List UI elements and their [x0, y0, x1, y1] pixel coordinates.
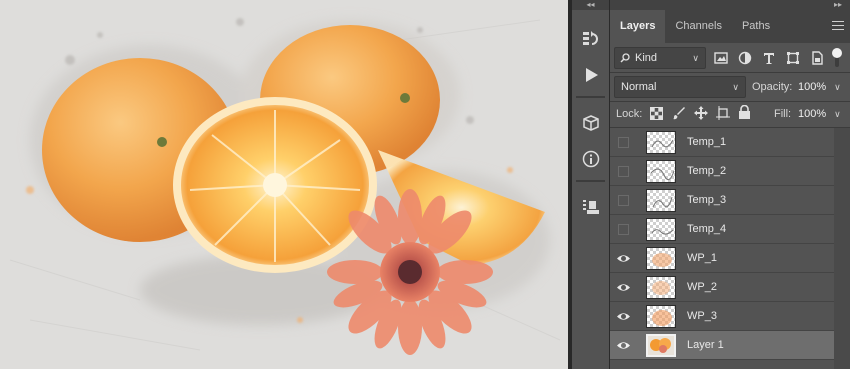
eye-icon[interactable]: [616, 280, 631, 295]
lock-transparent-pixels-icon[interactable]: [650, 107, 663, 120]
properties-icon[interactable]: [576, 192, 606, 222]
layer-thumbnail[interactable]: [646, 247, 676, 270]
layer-name[interactable]: WP_2: [687, 281, 717, 293]
chevron-down-icon: ∨: [692, 53, 699, 63]
layer-name[interactable]: Temp_3: [687, 194, 726, 206]
layer-thumbnail[interactable]: [646, 305, 676, 328]
opacity-value: 100%: [798, 81, 827, 93]
separator: [610, 101, 850, 102]
layers-panel: ▸▸ Layers Channels Paths Kind ∨ Normal ∨…: [610, 0, 850, 369]
filter-kind-label: Kind: [635, 52, 658, 64]
type-layer-filter-icon[interactable]: [762, 51, 776, 65]
lock-position-icon[interactable]: [694, 106, 708, 120]
layer-row-temp-2[interactable]: Temp_2: [610, 157, 834, 186]
panel-icon-column: ◂◂: [572, 0, 610, 369]
layer-row-layer-1[interactable]: Layer 1: [610, 331, 834, 360]
layer-row-temp-1[interactable]: Temp_1: [610, 128, 834, 157]
separator: [576, 180, 605, 182]
layer-row-wp-1[interactable]: WP_1: [610, 244, 834, 273]
artwork-oranges-flower: [0, 0, 568, 369]
adjustment-layer-filter-icon[interactable]: [738, 51, 752, 65]
visibility-toggle-off[interactable]: [618, 195, 629, 206]
layer-row-wp-3[interactable]: WP_3: [610, 302, 834, 331]
layers-scrollbar[interactable]: [834, 128, 850, 369]
layer-name[interactable]: Temp_2: [687, 165, 726, 177]
tab-layers[interactable]: Layers: [610, 10, 666, 43]
3d-icon[interactable]: [576, 108, 606, 138]
fill-field[interactable]: 100% ∨: [798, 108, 841, 120]
opacity-label: Opacity:: [752, 81, 793, 93]
visibility-toggle-off[interactable]: [618, 137, 629, 148]
panel-menu-icon[interactable]: [832, 21, 844, 31]
search-icon: [620, 53, 630, 63]
layer-row-wp-2[interactable]: WP_2: [610, 273, 834, 302]
chevron-down-icon[interactable]: ∨: [834, 82, 841, 92]
visibility-toggle-off[interactable]: [618, 166, 629, 177]
eye-icon[interactable]: [616, 338, 631, 353]
tab-paths[interactable]: Paths: [732, 10, 780, 43]
smart-object-filter-icon[interactable]: [810, 51, 824, 65]
shape-layer-filter-icon[interactable]: [786, 51, 800, 65]
layers-list: Temp_1 Temp_2 Temp_3 Temp_4 WP_1 WP_2 WP…: [610, 128, 834, 369]
filter-toggle-switch[interactable]: [832, 48, 842, 68]
layer-name[interactable]: Temp_1: [687, 136, 726, 148]
play-icon[interactable]: [576, 60, 606, 90]
layer-name[interactable]: Temp_4: [687, 223, 726, 235]
blend-mode-select[interactable]: Normal ∨: [614, 76, 746, 98]
separator: [610, 72, 850, 73]
lock-label: Lock:: [616, 108, 643, 120]
document-canvas[interactable]: [0, 0, 568, 369]
lock-artboard-icon[interactable]: [716, 106, 730, 120]
layer-row-temp-4[interactable]: Temp_4: [610, 215, 834, 244]
info-icon[interactable]: [576, 144, 606, 174]
layer-name[interactable]: WP_3: [687, 310, 717, 322]
filter-kind-select[interactable]: Kind ∨: [614, 47, 706, 69]
opacity-field[interactable]: 100% ∨: [798, 81, 841, 93]
layer-name[interactable]: WP_1: [687, 252, 717, 264]
blend-mode-value: Normal: [621, 81, 657, 93]
lock-all-icon[interactable]: [738, 105, 751, 120]
eye-icon[interactable]: [616, 309, 631, 324]
expand-panels-arrow[interactable]: ◂◂: [572, 0, 609, 10]
lock-image-pixels-icon[interactable]: [672, 106, 686, 120]
eye-icon[interactable]: [616, 251, 631, 266]
layer-thumbnail[interactable]: [646, 189, 676, 212]
separator: [576, 96, 605, 98]
layer-thumbnail[interactable]: [646, 276, 676, 299]
visibility-toggle-off[interactable]: [618, 224, 629, 235]
history-icon[interactable]: [576, 24, 606, 54]
collapse-panel-arrow[interactable]: ▸▸: [610, 0, 850, 10]
panel-tabs: Layers Channels Paths: [610, 10, 850, 43]
layer-thumbnail[interactable]: [646, 218, 676, 241]
layer-thumbnail[interactable]: [646, 334, 676, 357]
layer-thumbnail[interactable]: [646, 160, 676, 183]
fill-value: 100%: [798, 108, 827, 120]
layer-thumbnail[interactable]: [646, 131, 676, 154]
chevron-down-icon: ∨: [732, 82, 739, 92]
layer-row-temp-3[interactable]: Temp_3: [610, 186, 834, 215]
pixel-layer-filter-icon[interactable]: [714, 51, 728, 65]
tab-channels[interactable]: Channels: [665, 10, 731, 43]
chevron-down-icon[interactable]: ∨: [834, 109, 841, 119]
fill-label: Fill:: [774, 108, 792, 120]
layer-name[interactable]: Layer 1: [687, 339, 724, 351]
